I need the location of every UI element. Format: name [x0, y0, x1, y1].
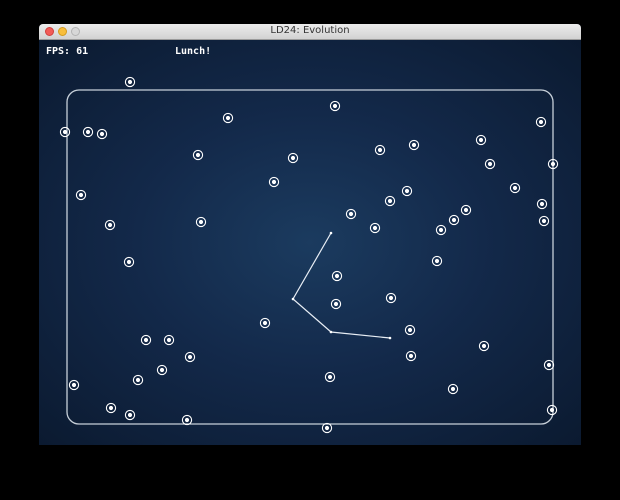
- food-pellet: [405, 350, 417, 362]
- food-pellet: [475, 134, 487, 146]
- food-pellet: [478, 340, 490, 352]
- food-pellet: [435, 224, 447, 236]
- fps-value: 61: [76, 46, 89, 57]
- food-pellet: [268, 176, 280, 188]
- game-scene: [59, 76, 559, 434]
- creature-joint: [291, 297, 295, 301]
- food-pellet: [330, 298, 342, 310]
- window-title: LD24: Evolution: [270, 25, 350, 36]
- food-pellet: [447, 383, 459, 395]
- fps-label: FPS:: [46, 46, 71, 57]
- food-pellet: [329, 100, 341, 112]
- food-pellet: [484, 158, 496, 170]
- food-pellet: [331, 270, 343, 282]
- food-pellet: [96, 128, 108, 140]
- food-pellet: [104, 219, 116, 231]
- food-pellet: [132, 374, 144, 386]
- food-layer: [59, 76, 559, 434]
- food-pellet: [401, 185, 413, 197]
- food-pellet: [156, 364, 168, 376]
- game-canvas[interactable]: FPS: 61 Lunch!: [39, 40, 581, 445]
- food-pellet: [192, 149, 204, 161]
- food-pellet: [448, 214, 460, 226]
- title-bar: LD24: Evolution: [39, 24, 581, 40]
- food-pellet: [68, 379, 80, 391]
- creature-joint: [329, 231, 333, 235]
- food-pellet: [82, 126, 94, 138]
- food-pellet: [222, 112, 234, 124]
- food-pellet: [321, 422, 333, 434]
- status-message: Lunch!: [175, 46, 212, 57]
- food-pellet: [543, 359, 555, 371]
- food-pellet: [345, 208, 357, 220]
- food-pellet: [75, 189, 87, 201]
- food-pellet: [546, 404, 558, 416]
- fps-counter: FPS: 61: [46, 46, 88, 57]
- food-pellet: [535, 116, 547, 128]
- food-pellet: [384, 195, 396, 207]
- food-pellet: [431, 255, 443, 267]
- food-pellet: [184, 351, 196, 363]
- food-pellet: [195, 216, 207, 228]
- food-pellet: [287, 152, 299, 164]
- food-pellet: [259, 317, 271, 329]
- food-pellet: [460, 204, 472, 216]
- food-pellet: [408, 139, 420, 151]
- food-pellet: [385, 292, 397, 304]
- food-pellet: [123, 256, 135, 268]
- game-window: LD24: Evolution FPS: 61 Lunch!: [39, 24, 581, 445]
- food-pellet: [140, 334, 152, 346]
- food-pellet: [105, 402, 117, 414]
- food-pellet: [538, 215, 550, 227]
- food-pellet: [536, 198, 548, 210]
- food-pellet: [324, 371, 336, 383]
- food-pellet: [124, 409, 136, 421]
- food-pellet: [369, 222, 381, 234]
- food-pellet: [181, 414, 193, 426]
- food-pellet: [59, 126, 71, 138]
- creature-body: [292, 232, 391, 339]
- creature-joint: [329, 330, 333, 334]
- creature-joint: [388, 336, 392, 340]
- food-pellet: [124, 76, 136, 88]
- food-pellet: [374, 144, 386, 156]
- food-pellet: [509, 182, 521, 194]
- food-pellet: [163, 334, 175, 346]
- food-pellet: [404, 324, 416, 336]
